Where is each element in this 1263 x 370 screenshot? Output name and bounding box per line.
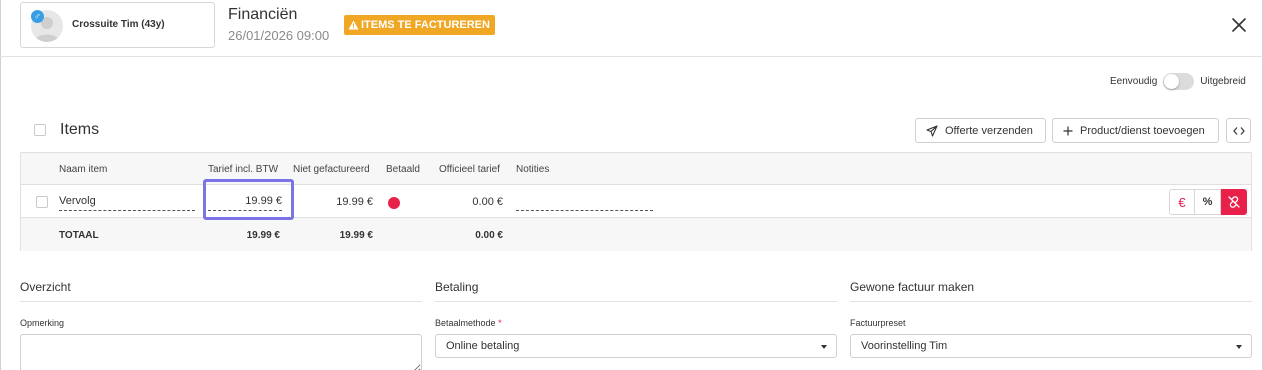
overview-title: Overzicht bbox=[20, 280, 71, 294]
paid-status-dot bbox=[388, 197, 400, 209]
appointment-datetime: 26/01/2026 09:00 bbox=[228, 28, 330, 43]
add-product-button[interactable]: Product/dienst toevoegen bbox=[1052, 118, 1219, 143]
required-marker: * bbox=[498, 318, 502, 328]
page-title: Financiën bbox=[228, 6, 298, 23]
total-row: TOTAAL 19.99 € 19.99 € 0.00 € bbox=[21, 218, 1251, 251]
column-header-unbilled: Niet gefactureerd bbox=[293, 164, 370, 175]
close-icon bbox=[1232, 18, 1246, 32]
item-unbilled: 19.99 € bbox=[336, 196, 373, 208]
plus-icon bbox=[1063, 126, 1073, 135]
remark-label: Opmerking bbox=[20, 318, 65, 328]
caret-down-icon bbox=[1236, 345, 1242, 349]
code-view-button[interactable] bbox=[1226, 118, 1251, 143]
payment-button[interactable]: € bbox=[1169, 189, 1195, 215]
paper-plane-icon bbox=[926, 124, 938, 137]
percent-icon: % bbox=[1202, 196, 1213, 208]
column-header-paid: Betaald bbox=[386, 164, 420, 175]
payment-method-value: Online betaling bbox=[446, 340, 520, 352]
total-official-rate: 0.00 € bbox=[475, 230, 503, 241]
invoice-divider bbox=[850, 301, 1252, 302]
payment-divider bbox=[435, 301, 837, 302]
view-mode-switch[interactable] bbox=[1163, 73, 1195, 90]
discount-button[interactable]: % bbox=[1195, 189, 1221, 215]
invoice-title: Gewone factuur maken bbox=[850, 280, 975, 294]
item-name: Vervolg bbox=[59, 195, 96, 207]
send-quote-button[interactable]: Offerte verzenden bbox=[915, 118, 1046, 143]
invoice-preset-value: Voorinstelling Tim bbox=[861, 340, 948, 352]
column-header-name: Naam item bbox=[59, 164, 108, 175]
toggle-label-simple: Eenvoudig bbox=[1110, 76, 1158, 87]
items-title: Items bbox=[60, 121, 100, 138]
row-actions: € % bbox=[1169, 189, 1247, 215]
toggle-label-extended: Uitgebreid bbox=[1200, 76, 1246, 87]
total-unbilled: 19.99 € bbox=[339, 230, 373, 241]
unlink-button[interactable] bbox=[1221, 189, 1247, 215]
code-icon bbox=[1232, 126, 1245, 135]
item-official-rate: 0.00 € bbox=[472, 196, 503, 208]
unlink-icon bbox=[1228, 196, 1240, 208]
status-badge: ITEMS TE FACTUREREN bbox=[344, 15, 495, 35]
send-quote-label: Offerte verzenden bbox=[945, 124, 1033, 137]
select-all-checkbox[interactable] bbox=[34, 124, 46, 136]
item-name-field[interactable]: Vervolg bbox=[59, 195, 195, 211]
view-mode-toggle: Eenvoudig Uitgebreid bbox=[1110, 73, 1246, 90]
overview-divider bbox=[20, 301, 422, 302]
column-header-rate: Tarief incl. BTW bbox=[208, 164, 279, 175]
items-table: Naam item Tarief incl. BTW Niet gefactur… bbox=[20, 152, 1252, 251]
patient-card[interactable]: ♂ Crossuite Tim (43y) bbox=[20, 2, 215, 48]
payment-title: Betaling bbox=[435, 280, 479, 294]
remark-textarea[interactable] bbox=[20, 334, 422, 370]
payment-method-label-text: Betaalmethode bbox=[435, 318, 496, 328]
column-header-official-rate: Officieel tarief bbox=[439, 164, 500, 175]
column-header-notes: Notities bbox=[516, 164, 550, 175]
male-icon: ♂ bbox=[31, 10, 44, 23]
caret-down-icon bbox=[821, 345, 827, 349]
notes-field[interactable] bbox=[516, 195, 653, 211]
modal-header: ♂ Crossuite Tim (43y) Financiën 26/01/20… bbox=[0, 0, 1263, 57]
invoice-preset-label: Factuurpreset bbox=[850, 318, 906, 328]
row-checkbox[interactable] bbox=[36, 196, 48, 208]
payment-method-label: Betaalmethode * bbox=[435, 318, 502, 328]
rate-cell-highlight bbox=[203, 179, 294, 220]
patient-name: Crossuite Tim (43y) bbox=[72, 19, 165, 30]
payment-method-select[interactable]: Online betaling bbox=[435, 334, 837, 358]
switch-knob bbox=[1164, 74, 1180, 89]
total-rate: 19.99 € bbox=[246, 230, 280, 241]
invoice-preset-select[interactable]: Voorinstelling Tim bbox=[850, 334, 1252, 358]
add-product-label: Product/dienst toevoegen bbox=[1080, 124, 1205, 137]
close-button[interactable] bbox=[1228, 14, 1250, 36]
warning-icon bbox=[348, 20, 359, 30]
status-badge-label: ITEMS TE FACTUREREN bbox=[361, 19, 490, 31]
total-label: TOTAAL bbox=[59, 230, 99, 241]
euro-icon: € bbox=[1178, 194, 1186, 210]
